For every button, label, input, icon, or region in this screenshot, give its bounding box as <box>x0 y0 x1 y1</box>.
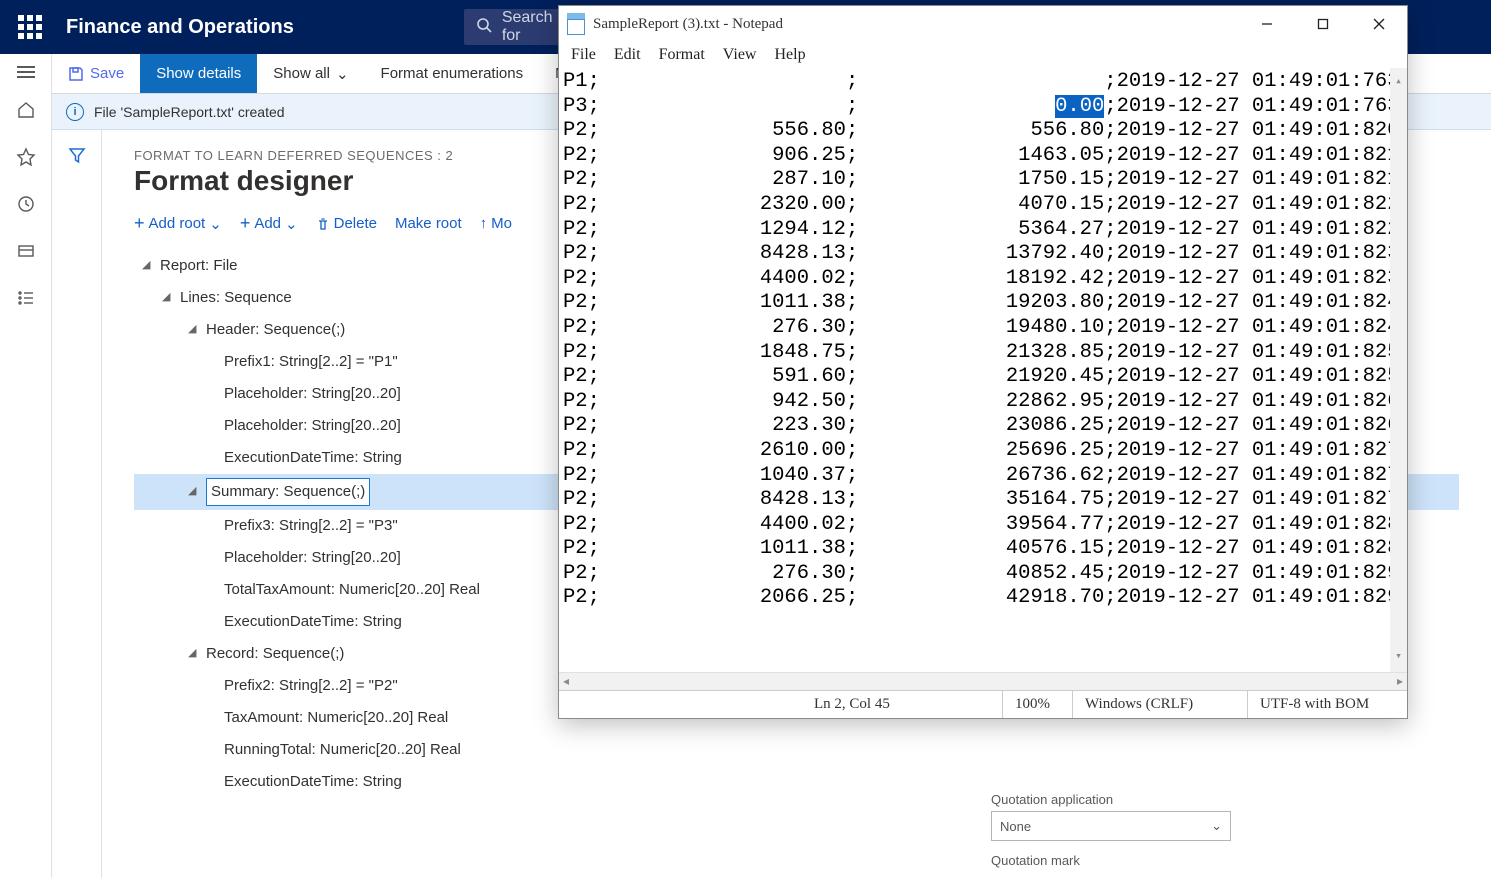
text-line: P2; 287.10; 1750.15;2019-12-27 01:49:01:… <box>563 168 1401 193</box>
text-line: P1; ; ;2019-12-27 01:49:01:763 <box>563 70 1401 95</box>
home-icon[interactable] <box>16 100 36 125</box>
status-eol: Windows (CRLF) <box>1072 691 1247 718</box>
menu-help[interactable]: Help <box>774 46 805 64</box>
scroll-right-icon: ▸ <box>1397 674 1403 689</box>
notepad-menubar: File Edit Format View Help <box>559 42 1407 68</box>
minimize-button[interactable] <box>1239 6 1295 42</box>
menu-edit[interactable]: Edit <box>614 46 641 64</box>
scroll-down-icon: ▾ <box>1395 645 1402 670</box>
search-icon <box>476 17 492 38</box>
text-line: P2; 1011.38; 19203.80;2019-12-27 01:49:0… <box>563 291 1401 316</box>
menu-view[interactable]: View <box>723 46 757 64</box>
info-icon: i <box>66 103 84 121</box>
filter-pane <box>52 130 102 878</box>
chevron-down-icon: ⌄ <box>1211 818 1222 834</box>
nav-rail <box>0 54 52 878</box>
quotation-mark-label: Quotation mark <box>991 853 1231 868</box>
text-line: P2; 1011.38; 40576.15;2019-12-27 01:49:0… <box>563 537 1401 562</box>
text-line: P2; 556.80; 556.80;2019-12-27 01:49:01:8… <box>563 119 1401 144</box>
text-line: P2; 1294.12; 5364.27;2019-12-27 01:49:01… <box>563 218 1401 243</box>
status-encoding: UTF-8 with BOM <box>1247 691 1407 718</box>
notepad-titlebar[interactable]: SampleReport (3).txt - Notepad <box>559 6 1407 42</box>
text-line: P3; ; 0.00;2019-12-27 01:49:01:763 <box>563 95 1401 120</box>
funnel-icon[interactable] <box>68 146 86 878</box>
text-line: P2; 4400.02; 39564.77;2019-12-27 01:49:0… <box>563 513 1401 538</box>
horizontal-scrollbar[interactable]: ◂▸ <box>559 672 1407 690</box>
text-line: P2; 8428.13; 35164.75;2019-12-27 01:49:0… <box>563 488 1401 513</box>
caret-down-icon: ◢ <box>188 321 200 339</box>
menu-format[interactable]: Format <box>659 46 705 64</box>
status-position: Ln 2, Col 45 <box>802 691 1002 718</box>
clock-icon[interactable] <box>16 194 36 219</box>
scroll-up-icon: ▴ <box>1395 70 1402 95</box>
caret-down-icon: ◢ <box>188 483 200 501</box>
text-line: P2; 4400.02; 18192.42;2019-12-27 01:49:0… <box>563 267 1401 292</box>
app-title: Finance and Operations <box>66 16 294 39</box>
arrow-up-icon: ↑ <box>480 215 488 232</box>
caret-down-icon: ◢ <box>162 289 174 307</box>
chevron-down-icon: ⌄ <box>336 65 349 83</box>
text-line: P2; 276.30; 19480.10;2019-12-27 01:49:01… <box>563 316 1401 341</box>
show-details-tab[interactable]: Show details <box>140 54 257 93</box>
format-enumerations-button[interactable]: Format enumerations <box>365 54 540 93</box>
delete-button[interactable]: Delete <box>316 215 377 232</box>
notepad-title: SampleReport (3).txt - Notepad <box>593 16 783 33</box>
text-line: P2; 906.25; 1463.05;2019-12-27 01:49:01:… <box>563 144 1401 169</box>
star-icon[interactable] <box>16 147 36 172</box>
move-up-button[interactable]: ↑Mo <box>480 215 512 232</box>
text-line: P2; 1040.37; 26736.62;2019-12-27 01:49:0… <box>563 464 1401 489</box>
notepad-icon <box>567 13 585 35</box>
text-line: P2; 591.60; 21920.45;2019-12-27 01:49:01… <box>563 365 1401 390</box>
list-icon[interactable] <box>16 288 36 313</box>
tree-node[interactable]: ExecutionDateTime: String <box>134 766 1459 798</box>
make-root-button[interactable]: Make root <box>395 215 462 232</box>
text-line: P2; 2320.00; 4070.15;2019-12-27 01:49:01… <box>563 193 1401 218</box>
caret-down-icon: ◢ <box>188 645 200 663</box>
text-line: P2; 1848.75; 21328.85;2019-12-27 01:49:0… <box>563 341 1401 366</box>
text-line: P2; 223.30; 23086.25;2019-12-27 01:49:01… <box>563 414 1401 439</box>
notepad-textarea[interactable]: ▴▾ P1; ; ;2019-12-27 01:49:01:763P3; ; 0… <box>559 68 1407 672</box>
add-button[interactable]: +Add⌄ <box>240 213 298 234</box>
chevron-down-icon: ⌄ <box>209 215 222 233</box>
chevron-down-icon: ⌄ <box>285 215 298 233</box>
text-line: P2; 8428.13; 13792.40;2019-12-27 01:49:0… <box>563 242 1401 267</box>
properties-form: Quotation application None ⌄ Quotation m… <box>991 792 1231 872</box>
module-icon[interactable] <box>16 241 36 266</box>
vertical-scrollbar[interactable]: ▴▾ <box>1390 68 1407 672</box>
notepad-window: SampleReport (3).txt - Notepad File Edit… <box>558 5 1408 719</box>
text-line: P2; 2610.00; 25696.25;2019-12-27 01:49:0… <box>563 439 1401 464</box>
text-line: P2; 942.50; 22862.95;2019-12-27 01:49:01… <box>563 390 1401 415</box>
status-zoom: 100% <box>1002 691 1072 718</box>
waffle-icon[interactable] <box>18 15 42 39</box>
hamburger-icon[interactable] <box>17 66 35 78</box>
caret-down-icon: ◢ <box>142 257 154 275</box>
menu-file[interactable]: File <box>571 46 596 64</box>
maximize-button[interactable] <box>1295 6 1351 42</box>
show-all-menu[interactable]: Show all⌄ <box>257 54 364 93</box>
text-line: P2; 276.30; 40852.45;2019-12-27 01:49:01… <box>563 562 1401 587</box>
notepad-statusbar: Ln 2, Col 45 100% Windows (CRLF) UTF-8 w… <box>559 690 1407 718</box>
close-button[interactable] <box>1351 6 1407 42</box>
tree-node[interactable]: RunningTotal: Numeric[20..20] Real <box>134 734 1459 766</box>
quotation-app-select[interactable]: None ⌄ <box>991 811 1231 841</box>
scroll-left-icon: ◂ <box>563 674 569 689</box>
add-root-button[interactable]: +Add root⌄ <box>134 213 222 234</box>
text-line: P2; 2066.25; 42918.70;2019-12-27 01:49:0… <box>563 586 1401 611</box>
save-button[interactable]: Save <box>52 54 140 93</box>
quotation-app-label: Quotation application <box>991 792 1231 807</box>
info-text: File 'SampleReport.txt' created <box>94 104 285 120</box>
